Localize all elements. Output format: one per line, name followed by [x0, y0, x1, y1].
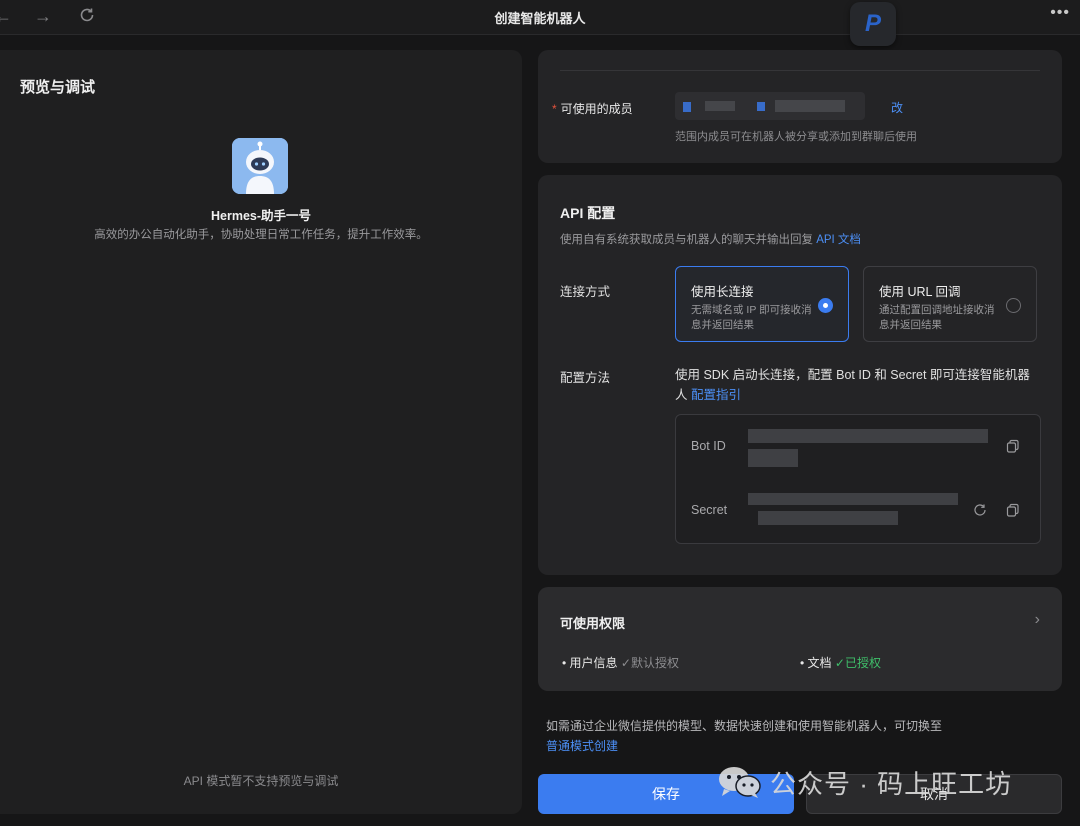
- members-label: * 可使用的成员: [552, 100, 633, 117]
- redacted-bot-id[interactable]: [748, 429, 988, 443]
- api-config-desc: 使用自有系统获取成员与机器人的聊天并输出回复 API 文档: [560, 231, 861, 247]
- config-guide-link[interactable]: 配置指引: [691, 388, 741, 402]
- api-config-card: API 配置 使用自有系统获取成员与机器人的聊天并输出回复 API 文档 连接方…: [538, 175, 1062, 575]
- redacted-avatar: [683, 102, 691, 112]
- members-edit-link[interactable]: 改: [891, 99, 903, 116]
- option-url-callback[interactable]: 使用 URL 回调 通过配置回调地址接收消息并返回结果: [863, 266, 1037, 342]
- option-title: 使用 URL 回调: [879, 285, 961, 299]
- wechat-logo-icon: [718, 765, 762, 799]
- chevron-right-icon[interactable]: ›: [1035, 611, 1040, 629]
- permission-status-text: 默认授权: [630, 656, 679, 670]
- option-long-connection[interactable]: 使用长连接 无需域名或 IP 即可接收消息并返回结果: [675, 266, 849, 342]
- permission-status-text: 已授权: [844, 656, 881, 670]
- redacted-text: [775, 100, 845, 112]
- option-title: 使用长连接: [691, 285, 754, 299]
- radio-unselected-icon[interactable]: [1006, 298, 1021, 313]
- preview-title: 预览与调试: [20, 79, 96, 96]
- copy-icon[interactable]: [1006, 439, 1020, 456]
- bot-description: 高效的办公自动化助手，协助处理日常工作任务，提升工作效率。: [94, 229, 428, 241]
- bot-id-label: Bot ID: [691, 439, 726, 453]
- redacted-avatar: [757, 102, 765, 111]
- config-method-text: 使用 SDK 启动长连接，配置 Bot ID 和 Secret 即可连接智能机器…: [675, 365, 1035, 405]
- permission-name: 用户信息: [569, 656, 618, 670]
- watermark: 公众号 · 码上旺工坊: [718, 762, 1012, 802]
- api-desc-text: 使用自有系统获取成员与机器人的聊天并输出回复: [560, 234, 813, 246]
- permission-name: 文档: [807, 656, 832, 670]
- redacted-secret[interactable]: [748, 493, 958, 505]
- members-selector[interactable]: [675, 92, 865, 120]
- permission-status: ✓默认授权: [620, 656, 679, 670]
- bot-name: Hermes-助手一号: [210, 209, 312, 223]
- switch-mode-text: 如需通过企业微信提供的模型、数据快速创建和使用智能机器人，可切换至: [546, 719, 943, 733]
- option-subtitle: 无需域名或 IP 即可接收消息并返回结果: [691, 304, 812, 331]
- divider: [560, 70, 1040, 71]
- api-config-title: API 配置: [560, 205, 616, 221]
- permissions-card[interactable]: 可使用权限 › • 用户信息 ✓默认授权 • 文档 ✓已授权: [538, 587, 1062, 691]
- secret-label: Secret: [691, 503, 728, 517]
- preview-panel: 预览与调试 Hermes-助手一号 高效的办公自动化助手，协助处理日常工作任务，…: [0, 50, 522, 814]
- redacted-secret: [758, 511, 898, 525]
- title-bar: ← → 创建智能机器人 •••: [0, 0, 1080, 35]
- permission-user-info: • 用户信息 ✓默认授权: [562, 656, 679, 670]
- switch-mode-note: 如需通过企业微信提供的模型、数据快速创建和使用智能机器人，可切换至 普通模式创建: [546, 716, 1046, 756]
- radio-selected-icon[interactable]: [818, 298, 833, 313]
- credentials-box: Bot ID Secret: [675, 414, 1041, 544]
- normal-mode-link[interactable]: 普通模式创建: [546, 739, 618, 753]
- members-hint: 范围内成员可在机器人被分享或添加到群聊后使用: [675, 131, 917, 143]
- connection-method-label: 连接方式: [560, 285, 611, 299]
- members-card: * 可使用的成员 改 范围内成员可在机器人被分享或添加到群聊后使用: [538, 50, 1062, 163]
- permission-docs: • 文档 ✓已授权: [800, 656, 881, 670]
- watermark-text: 公众号 · 码上旺工坊: [770, 768, 1013, 799]
- copy-icon[interactable]: [1006, 503, 1020, 520]
- option-subtitle: 通过配置回调地址接收消息并返回结果: [879, 304, 995, 331]
- preview-unsupported-note: API 模式暂不支持预览与调试: [183, 774, 339, 788]
- more-dots-icon[interactable]: •••: [1050, 4, 1070, 22]
- paypal-app-icon[interactable]: P: [850, 2, 896, 46]
- config-method-label: 配置方法: [560, 371, 611, 385]
- redacted-bot-id: [748, 449, 798, 467]
- api-doc-link[interactable]: API 文档: [816, 234, 861, 246]
- permission-status: ✓已授权: [834, 656, 881, 670]
- members-label-text: 可使用的成员: [560, 102, 633, 116]
- permissions-title: 可使用权限: [560, 616, 626, 631]
- regenerate-icon[interactable]: [973, 503, 987, 520]
- required-mark: *: [552, 102, 557, 116]
- window-title: 创建智能机器人: [494, 11, 586, 26]
- bot-avatar: [232, 138, 288, 194]
- redacted-text: [705, 101, 735, 111]
